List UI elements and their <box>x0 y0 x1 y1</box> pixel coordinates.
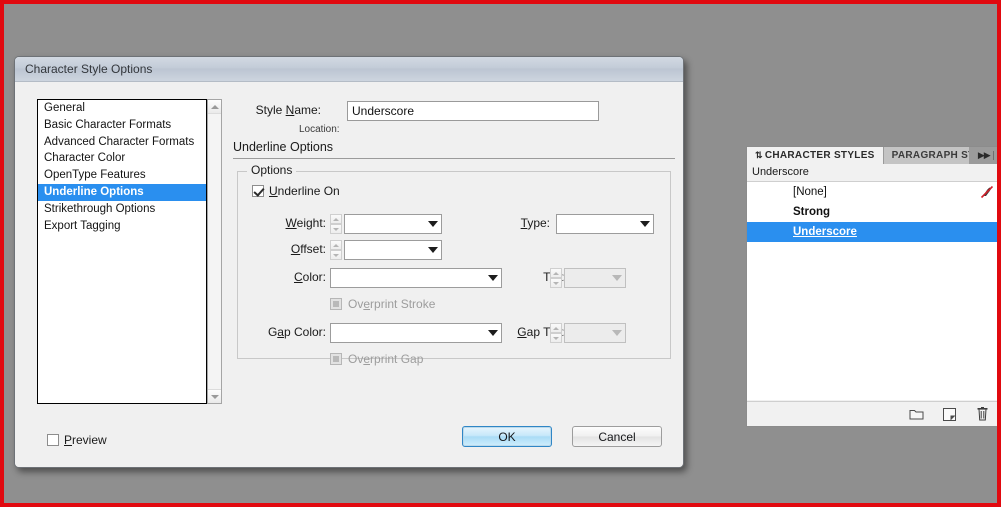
overprint-gap-label: Overprint Gap <box>348 352 424 366</box>
chevron-down-icon[interactable] <box>425 247 441 253</box>
sidebar-item-opentype-features[interactable]: OpenType Features <box>38 167 206 184</box>
list-item[interactable]: Underscore <box>747 222 1001 242</box>
style-name-label: Style Name: <box>255 103 321 117</box>
style-name-underscore: Underscore <box>793 226 857 238</box>
panel-tab-strip: ⇅ CHARACTER STYLES PARAGRAPH STY ▶▶ <box>747 147 1001 164</box>
weight-stepper[interactable] <box>330 214 342 234</box>
character-style-options-dialog: Character Style Options General Basic Ch… <box>14 56 684 468</box>
chevron-down-icon[interactable] <box>485 275 501 281</box>
gap-tint-combobox <box>564 323 626 343</box>
color-combobox[interactable] <box>330 268 502 288</box>
offset-label: Offset: <box>290 242 326 256</box>
chevron-down-icon <box>609 275 625 281</box>
style-name-input[interactable] <box>347 101 599 121</box>
color-label: Color: <box>293 270 326 284</box>
weight-combobox[interactable] <box>344 214 442 234</box>
overprint-stroke-label: Overprint Stroke <box>348 297 436 311</box>
weight-label: Weight: <box>285 216 326 230</box>
list-item[interactable]: [None] <box>747 182 1001 202</box>
underline-on-checkbox[interactable] <box>252 185 264 197</box>
section-header: Underline Options <box>233 140 334 154</box>
tab-paragraph-styles[interactable]: PARAGRAPH STY <box>882 147 970 164</box>
options-group-box: Underline On Weight: Type: Offset: Color… <box>237 171 671 366</box>
location-label: Location: <box>299 124 340 135</box>
desktop-background: Character Style Options General Basic Ch… <box>4 4 1001 503</box>
none-style-icon <box>980 185 994 199</box>
type-combobox[interactable] <box>556 214 654 234</box>
style-name-strong: Strong <box>793 206 831 218</box>
sidebar-item-basic-character-formats[interactable]: Basic Character Formats <box>38 117 206 134</box>
dialog-title: Character Style Options <box>25 62 153 76</box>
panel-collapse-icon[interactable]: ⇅ <box>755 150 765 161</box>
cancel-button[interactable]: Cancel <box>572 426 662 447</box>
underline-on-label: Underline On <box>269 184 340 198</box>
chevron-down-icon[interactable] <box>637 221 653 227</box>
panel-footer <box>747 401 1001 426</box>
tab-character-styles[interactable]: ⇅ CHARACTER STYLES <box>747 147 883 164</box>
tab-paragraph-styles-label: PARAGRAPH STY <box>891 150 970 161</box>
panel-divider <box>992 151 994 160</box>
tint-combobox <box>564 268 626 288</box>
dialog-titlebar[interactable]: Character Style Options <box>15 57 683 82</box>
tab-character-styles-label: CHARACTER STYLES <box>764 150 875 161</box>
offset-stepper[interactable] <box>330 240 342 260</box>
sidebar-item-advanced-character-formats[interactable]: Advanced Character Formats <box>38 134 206 151</box>
double-chevron-right-icon: ▶▶ <box>977 150 991 160</box>
sidebar-item-underline-options[interactable]: Underline Options <box>38 183 206 201</box>
overprint-stroke-row: Overprint Stroke <box>330 297 435 311</box>
section-divider <box>233 158 675 159</box>
sidebar-item-strikethrough-options[interactable]: Strikethrough Options <box>38 201 206 218</box>
type-label: Type: <box>520 216 550 230</box>
gap-color-combobox[interactable] <box>330 323 502 343</box>
preview-row[interactable]: Preview <box>47 433 107 447</box>
style-name-none: [None] <box>793 186 827 198</box>
gap-tint-stepper <box>550 323 562 343</box>
new-style-group-icon[interactable] <box>909 407 924 421</box>
chevron-down-icon[interactable] <box>425 221 441 227</box>
gap-color-label: Gap Color: <box>267 325 326 339</box>
sidebar-item-export-tagging[interactable]: Export Tagging <box>38 218 206 235</box>
options-group-legend: Options <box>247 163 297 177</box>
preview-checkbox[interactable] <box>47 434 59 446</box>
character-styles-list[interactable]: [None] Strong Underscore <box>747 182 1001 400</box>
overprint-stroke-checkbox <box>330 298 342 310</box>
scroll-down-arrow-icon[interactable] <box>208 389 221 403</box>
ok-button[interactable]: OK <box>462 426 552 447</box>
tint-stepper <box>550 268 562 288</box>
sidebar-item-general[interactable]: General <box>38 100 206 117</box>
overprint-gap-row: Overprint Gap <box>330 352 423 366</box>
current-style-label: Underscore <box>747 164 1001 182</box>
create-new-style-icon[interactable] <box>942 407 957 421</box>
underline-on-row[interactable]: Underline On <box>252 184 340 198</box>
character-styles-panel: ⇅ CHARACTER STYLES PARAGRAPH STY ▶▶ Unde… <box>746 146 1001 427</box>
category-list[interactable]: General Basic Character Formats Advanced… <box>37 99 207 404</box>
sidebar-item-character-color[interactable]: Character Color <box>38 150 206 167</box>
list-item[interactable]: Strong <box>747 202 1001 222</box>
overprint-gap-checkbox <box>330 353 342 365</box>
delete-style-icon[interactable] <box>975 407 990 421</box>
style-name-row: Style Name: <box>256 101 665 121</box>
dialog-body: General Basic Character Formats Advanced… <box>15 83 683 467</box>
category-list-scrollbar[interactable] <box>207 99 222 404</box>
scroll-up-arrow-icon[interactable] <box>208 100 221 114</box>
preview-label: Preview <box>64 433 107 447</box>
chevron-down-icon <box>609 330 625 336</box>
panel-expand-button[interactable]: ▶▶ <box>969 147 1001 164</box>
offset-combobox[interactable] <box>344 240 442 260</box>
